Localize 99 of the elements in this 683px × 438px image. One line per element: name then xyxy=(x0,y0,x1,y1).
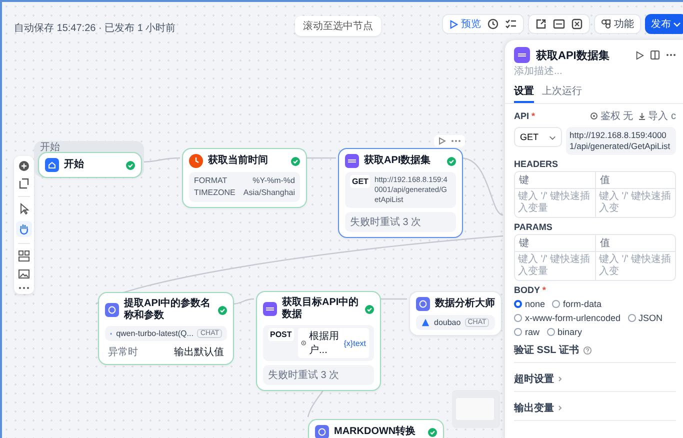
success-check-icon xyxy=(428,428,437,436)
panel-title: 获取API数据集 xyxy=(536,48,610,62)
http-method: GET xyxy=(350,175,370,188)
run-icon[interactable] xyxy=(635,50,644,60)
collapsible-section[interactable]: 输出变量 xyxy=(514,396,676,421)
workflow-node[interactable]: 开始 xyxy=(38,152,142,178)
success-check-icon xyxy=(218,306,227,314)
gear-icon xyxy=(590,112,598,120)
body-type-radio[interactable]: JSON xyxy=(628,313,663,323)
param-value: %Y-%m-%d xyxy=(252,175,295,187)
success-check-icon xyxy=(447,156,456,166)
play-icon xyxy=(449,20,458,28)
success-check-icon xyxy=(126,160,135,170)
body-type-radio[interactable]: binary xyxy=(546,327,582,337)
hand-icon xyxy=(18,223,30,235)
node-title: 开始 xyxy=(64,159,85,171)
variable-tag: {x}text xyxy=(344,338,366,348)
target-icon xyxy=(300,339,306,347)
env-icon[interactable] xyxy=(553,18,565,30)
param-key: TIMEZONE xyxy=(194,187,236,199)
pointer-icon[interactable] xyxy=(18,203,30,215)
error-strategy: 输出默认值 xyxy=(174,346,224,359)
error-label: 异常时 xyxy=(108,346,138,359)
split-view-icon[interactable] xyxy=(650,50,660,60)
edge-line xyxy=(305,157,336,159)
chevron-icon xyxy=(557,405,563,411)
body-type-radio[interactable]: none xyxy=(514,299,546,309)
param-key: FORMAT xyxy=(194,175,228,187)
variable-icon[interactable] xyxy=(571,18,583,30)
model-icon xyxy=(315,425,329,438)
field-label: BODY * xyxy=(514,285,547,295)
note-icon[interactable] xyxy=(18,178,30,190)
url-text: 根据用户... xyxy=(309,330,340,357)
model-logo-icon xyxy=(421,318,430,327)
home-icon xyxy=(45,158,59,172)
body-type-radio[interactable]: form-data xyxy=(552,299,602,309)
workflow-node[interactable]: MARKDOWN转换 xyxy=(308,419,444,438)
hand-tool[interactable] xyxy=(16,221,32,237)
chevron-icon xyxy=(557,376,563,382)
clock-icon xyxy=(189,154,203,168)
more-icon[interactable] xyxy=(18,286,30,290)
http-icon xyxy=(345,154,359,168)
panel-tab[interactable]: 上次运行 xyxy=(542,81,582,103)
success-check-icon xyxy=(291,156,300,166)
model-icon xyxy=(105,303,119,317)
node-title: 获取当前时间 xyxy=(208,155,269,167)
section-title: HEADERS xyxy=(514,159,560,169)
ssl-label: 验证 SSL 证书 xyxy=(514,344,579,357)
features-button[interactable]: 功能 xyxy=(594,14,641,34)
panel-tab[interactable]: 设置 xyxy=(514,81,534,103)
image-icon[interactable] xyxy=(18,268,30,280)
model-icon xyxy=(416,297,430,311)
caret-icon xyxy=(673,20,681,28)
import-icon xyxy=(638,112,646,120)
column-header: 值 xyxy=(595,235,675,252)
more-icon[interactable] xyxy=(451,139,461,143)
http-icon xyxy=(263,302,277,316)
scroll-to-node-button[interactable]: 滚动至选中节点 xyxy=(295,16,381,36)
node-title: 获取目标API中的数据 xyxy=(282,297,360,321)
param-value: Asia/Shanghai xyxy=(243,187,295,199)
help-icon[interactable] xyxy=(582,346,592,354)
node-title: 提取API中的参数名称和参数 xyxy=(124,298,212,322)
history-icon[interactable] xyxy=(487,18,499,30)
run-icon[interactable] xyxy=(438,137,446,145)
auth-button[interactable]: 鉴权 无 xyxy=(590,109,634,123)
collapsible-section[interactable]: 超时设置 xyxy=(514,367,676,392)
success-check-icon xyxy=(365,304,374,314)
node-title: MARKDOWN转换 xyxy=(334,426,417,438)
caret-icon xyxy=(548,134,556,140)
section-title: PARAMS xyxy=(514,222,554,232)
column-header: 值 xyxy=(595,172,675,189)
body-type-radio[interactable]: x-www-form-urlencoded xyxy=(514,313,621,323)
import-button[interactable]: 导入 c xyxy=(638,109,676,123)
retry-text: 失败时重试 3 次 xyxy=(350,217,422,228)
checklist-icon[interactable] xyxy=(505,18,517,30)
body-type-radio[interactable]: raw xyxy=(514,327,540,337)
column-header: 键 xyxy=(515,172,595,189)
model-name: doubao xyxy=(434,318,461,327)
preview-button[interactable]: 预览 xyxy=(449,17,481,31)
workflow-node[interactable]: 获取当前时间 FORMAT %Y-%m-%d TIMEZONE Asia/Shanghai xyxy=(182,148,307,208)
node-title: 获取API数据集 xyxy=(364,155,432,167)
publish-button[interactable]: 发布 xyxy=(645,14,683,34)
export-icon[interactable] xyxy=(535,18,547,30)
column-header: 键 xyxy=(515,235,595,252)
more-icon[interactable] xyxy=(666,53,676,57)
node-title: 数据分析大师 xyxy=(435,298,495,310)
http-method: POST xyxy=(268,328,294,341)
group-label: 开始 xyxy=(40,141,60,154)
edge-line xyxy=(460,157,504,216)
save-status: 自动保存 15:47:26 · 已发布 1 小时前 xyxy=(14,23,176,34)
retry-text: 失败时重试 3 次 xyxy=(268,370,340,381)
model-name: qwen-turbo-latest(Q... xyxy=(116,329,194,338)
url-field[interactable]: http://192.168.8.159:40001/api/generated/GetApiList xyxy=(566,127,676,155)
features-icon xyxy=(601,19,611,29)
add-node-icon[interactable] xyxy=(18,160,30,172)
field-label: API * xyxy=(514,111,536,121)
http-icon xyxy=(514,47,530,63)
layout-icon[interactable] xyxy=(18,250,30,262)
method-select[interactable]: GET xyxy=(514,127,562,147)
